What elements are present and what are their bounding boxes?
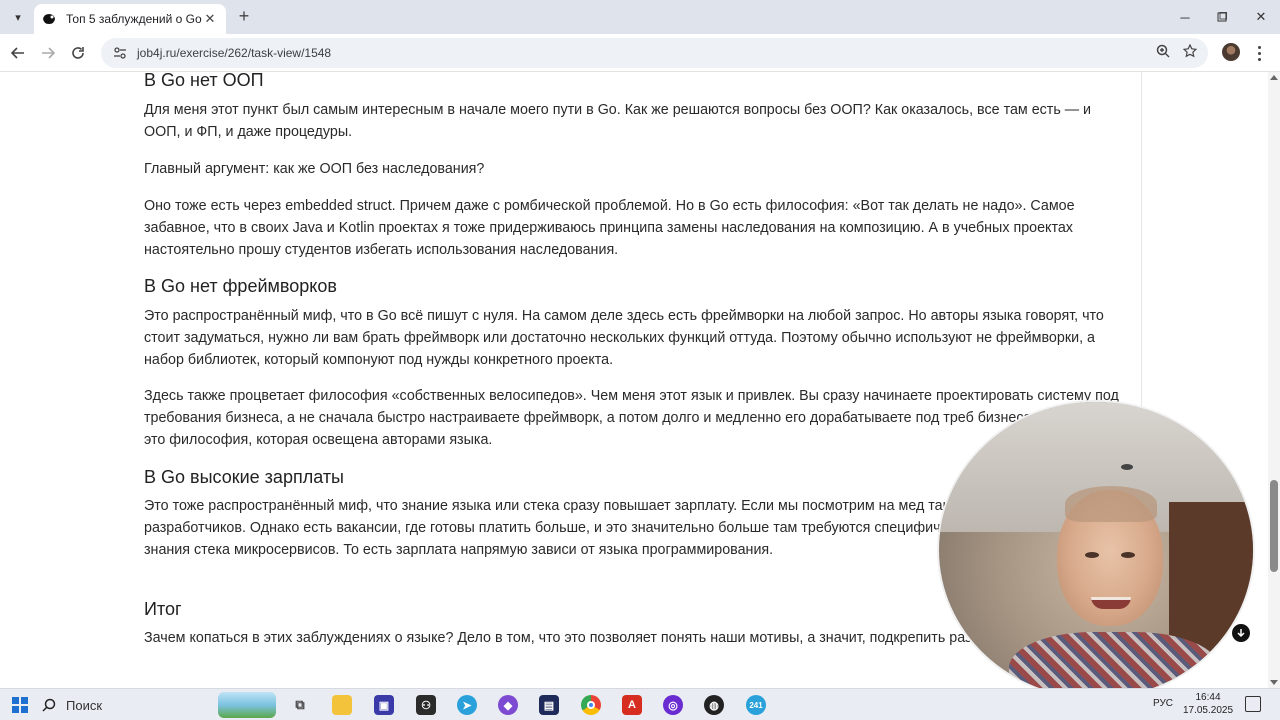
section-heading-salaries: В Go высокие зарплаты [144, 467, 344, 487]
notification-icon[interactable] [1245, 696, 1261, 712]
tab-strip: ▾ Топ 5 заблуждений о GoLang ✕ + ─ ✕ [0, 0, 1280, 34]
save-app-icon[interactable]: ▣ [374, 695, 394, 715]
minimize-icon[interactable]: ─ [1166, 0, 1204, 34]
file-explorer-icon[interactable] [332, 695, 352, 715]
telegram-badge-icon[interactable]: 241 [746, 695, 766, 715]
chevron-down-icon[interactable]: ▾ [8, 7, 28, 27]
page-scrollbar[interactable] [1268, 72, 1280, 688]
pdf-reader-icon[interactable]: A [622, 695, 642, 715]
landscape-widget-icon[interactable] [218, 692, 276, 718]
close-icon[interactable]: ✕ [202, 11, 218, 27]
zoom-icon[interactable] [1154, 42, 1172, 60]
windows-start-icon[interactable] [12, 697, 28, 713]
clock[interactable]: 16:44 17.05.2025 [1182, 691, 1234, 717]
terminal-app-icon[interactable]: ▤ [539, 695, 559, 715]
paragraph: Это распространённый миф, что в Go всё п… [144, 308, 1104, 368]
window-close-icon[interactable]: ✕ [1242, 0, 1280, 34]
site-settings-icon[interactable] [111, 44, 129, 62]
address-bar[interactable]: job4j.ru/exercise/262/task-view/1548 [101, 38, 1208, 68]
webcam-ceiling-lamp [1121, 464, 1133, 470]
scrollbar-thumb[interactable] [1270, 480, 1278, 572]
webcam-person-hair [1065, 486, 1157, 522]
scroll-down-icon[interactable] [1270, 680, 1278, 685]
telegram-icon[interactable]: ➤ [457, 695, 477, 715]
taskbar-search-label: Поиск [66, 697, 103, 713]
ide-app-icon[interactable]: ⚇ [416, 695, 436, 715]
chrome-icon[interactable] [581, 695, 601, 715]
webcam-person-eye [1121, 552, 1135, 558]
maximize-icon[interactable] [1203, 0, 1241, 34]
clock-time: 16:44 [1195, 692, 1221, 703]
tab-title: Топ 5 заблуждений о GoLang [66, 12, 202, 26]
language-indicator[interactable]: РУС [1153, 698, 1173, 709]
tor-browser-icon[interactable]: ◎ [663, 695, 683, 715]
more-menu-icon[interactable] [1254, 44, 1264, 62]
scroll-to-bottom-icon[interactable] [1232, 624, 1250, 642]
job4j-favicon-icon [42, 13, 56, 25]
obs-studio-icon[interactable]: ◍ [704, 695, 724, 715]
url-text: job4j.ru/exercise/262/task-view/1548 [137, 46, 332, 60]
section-heading-oop: В Go нет ООП [144, 72, 264, 90]
clock-date: 17.05.2025 [1182, 705, 1234, 716]
back-arrow-icon[interactable] [7, 42, 29, 64]
browser-tab[interactable]: Топ 5 заблуждений о GoLang ✕ [34, 4, 226, 34]
profile-avatar[interactable] [1222, 43, 1240, 61]
task-view-icon[interactable]: ⧉ [290, 695, 310, 715]
forward-arrow-icon[interactable] [37, 42, 59, 64]
browser-toolbar: job4j.ru/exercise/262/task-view/1548 [0, 34, 1280, 72]
star-icon[interactable] [1181, 42, 1199, 60]
paragraph: Для меня этот пункт был самым интересным… [144, 102, 1092, 140]
section-heading-frameworks: В Go нет фреймворков [144, 276, 337, 296]
plus-icon[interactable]: + [234, 6, 254, 26]
section-heading-summary: Итог [144, 599, 182, 619]
webcam-person-eye [1085, 552, 1099, 558]
obsidian-icon[interactable]: ◆ [498, 695, 518, 715]
webcam-overlay [937, 400, 1255, 700]
scroll-up-icon[interactable] [1270, 75, 1278, 80]
reload-icon[interactable] [67, 42, 89, 64]
paragraph: Главный аргумент: как же ООП без наследо… [144, 161, 485, 177]
search-icon [42, 698, 56, 712]
webcam-person-mouth [1091, 597, 1131, 609]
windows-taskbar: Поиск ⧉ ▣ ⚇ ➤ ◆ ▤ A ◎ ◍ 241 РУС 16:44 17… [0, 688, 1280, 720]
paragraph: Оно тоже есть через embedded struct. При… [144, 198, 1075, 258]
